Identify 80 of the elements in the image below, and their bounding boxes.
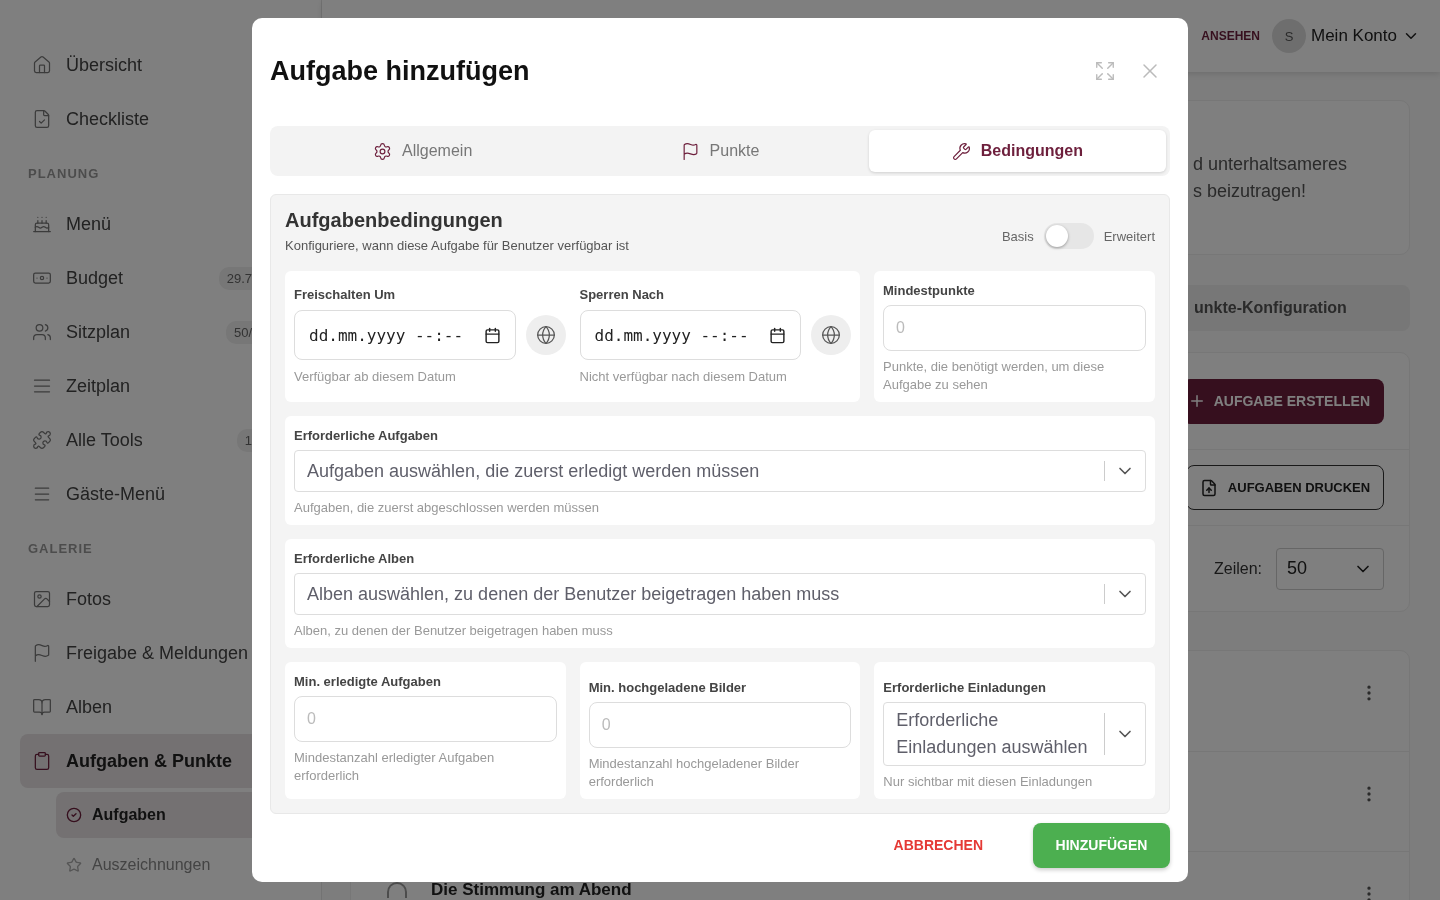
select-field[interactable]: Alben auswählen, zu denen der Benutzer beigetragen haben muss [294,573,1146,615]
sidebar-item[interactable]: Sitzplan 50/ [20,305,252,359]
star-icon [66,857,82,873]
section-title: Aufgabenbedingungen [285,209,504,232]
dialog-title: Aufgabe hinzufügen [270,55,530,87]
number-field[interactable]: 0 [294,696,557,742]
rows-select[interactable]: 50 [1276,547,1384,590]
field-hint: Punkte, die benötigt werden, um diese Aufgabe zu sehen [883,358,1106,394]
toggle-label: Erweitert [1103,228,1155,244]
sidebar-item[interactable]: Zeitplan [20,359,252,413]
globe-icon [535,325,556,345]
intro-text: s beizutragen! [1193,179,1308,203]
number-field[interactable]: 0 [883,305,1146,351]
field-label: Erforderliche Alben [294,551,416,566]
check-circle-icon [66,807,82,823]
cake-icon [32,214,52,234]
puzzle-icon [32,430,52,450]
house-icon [32,55,52,75]
field-label: Mindestpunkte [883,283,976,298]
clipboard-icon [32,751,52,771]
cancel-button[interactable]: ABBRECHEN [887,836,989,854]
mode-switch[interactable] [1043,223,1094,249]
image-icon [32,589,52,609]
tab[interactable]: Bedingungen [868,130,1166,172]
field-label: Erforderliche Einladungen [883,680,1047,695]
sidebar-item[interactable]: Checkliste [20,92,252,146]
toggle-label: Basis [1001,228,1034,244]
section-subtitle: Konfiguriere, wann diese Aufgabe für Benutzer verfügbar ist [285,238,629,253]
globe-button[interactable] [525,315,566,355]
field-hint: Nur sichtbar mit diesen Einladungen [883,773,1094,791]
sidebar-item[interactable]: Alben [20,680,252,734]
view-link[interactable]: ANSEHEN [1201,29,1260,43]
avatar: S [1272,19,1306,53]
file-icon [1199,478,1218,497]
field-label: Min. hochgeladene Bilder [588,680,748,695]
globe-button[interactable] [811,315,851,355]
globe-icon [821,325,841,345]
field-hint: Mindestanzahl erledigter Aufgaben erforderlich [294,749,496,785]
flag-icon [32,643,52,663]
document-check-icon [32,109,52,129]
calendar-icon [483,326,501,344]
users-icon [32,322,52,342]
sidebar-item[interactable]: Alle Tools 1 [20,413,252,467]
sidebar-item[interactable]: Menü [20,197,252,251]
book-icon [32,697,52,717]
calendar-icon [769,326,786,344]
task-title: Die Stimmung am Abend [431,882,632,898]
field-hint: Mindestanzahl hochgeladener Bilder erforderlich [588,755,800,791]
sidebar-item[interactable]: Übersicht [20,38,252,92]
field-label: Sperren Nach [579,287,666,302]
settings-icon [373,141,393,161]
intro-text: d unterhaltsameres [1193,152,1349,176]
field-hint: Verfügbar ab diesem Datum [294,368,457,386]
sidebar-item[interactable]: Budget 29.7 [20,251,252,305]
sidebar-item[interactable]: Gäste-Menü [20,467,252,521]
wrench-icon [951,141,971,161]
field-hint: Aufgaben, die zuerst abgeschlossen werden müssen [294,499,600,517]
account-menu[interactable]: S Mein Konto [1272,19,1420,53]
sidebar-item[interactable]: Freigabe & Meldungen [20,626,252,680]
sidebar-item[interactable]: Fotos [20,572,252,626]
select-field[interactable]: Erforderliche Einladungen auswählen [883,702,1146,766]
date-field[interactable]: dd.mm.yyyy --:-- [294,310,516,360]
tab[interactable]: Allgemein [274,130,572,172]
expand-icon [1094,60,1116,82]
number-field[interactable]: 0 [588,702,852,748]
count-badge: 50/ [225,320,252,344]
field-label: Freischalten Um [294,287,397,302]
rows-label: Zeilen: [1213,559,1262,578]
sidebar-subitem[interactable]: Auszeichnungen [56,842,286,888]
field-label: Min. erledigte Aufgaben [294,674,442,689]
field-label: Erforderliche Aufgaben [294,428,439,443]
select-field[interactable]: Aufgaben auswählen, die zuerst erledigt werden müssen [294,450,1146,492]
tab[interactable]: Punkte [571,130,869,172]
date-field[interactable]: dd.mm.yyyy --:-- [579,310,801,360]
add-button[interactable]: HINZUFÜGEN [1033,822,1170,868]
count-badge: 1 [236,428,252,452]
field-hint: Alben, zu denen der Benutzer beigetragen haben muss [294,622,614,640]
count-badge: 29.7 [218,266,252,290]
print-tasks-button[interactable]: AUFGABEN DRUCKEN [1186,465,1384,510]
field-hint: Nicht verfügbar nach diesem Datum [579,368,788,386]
